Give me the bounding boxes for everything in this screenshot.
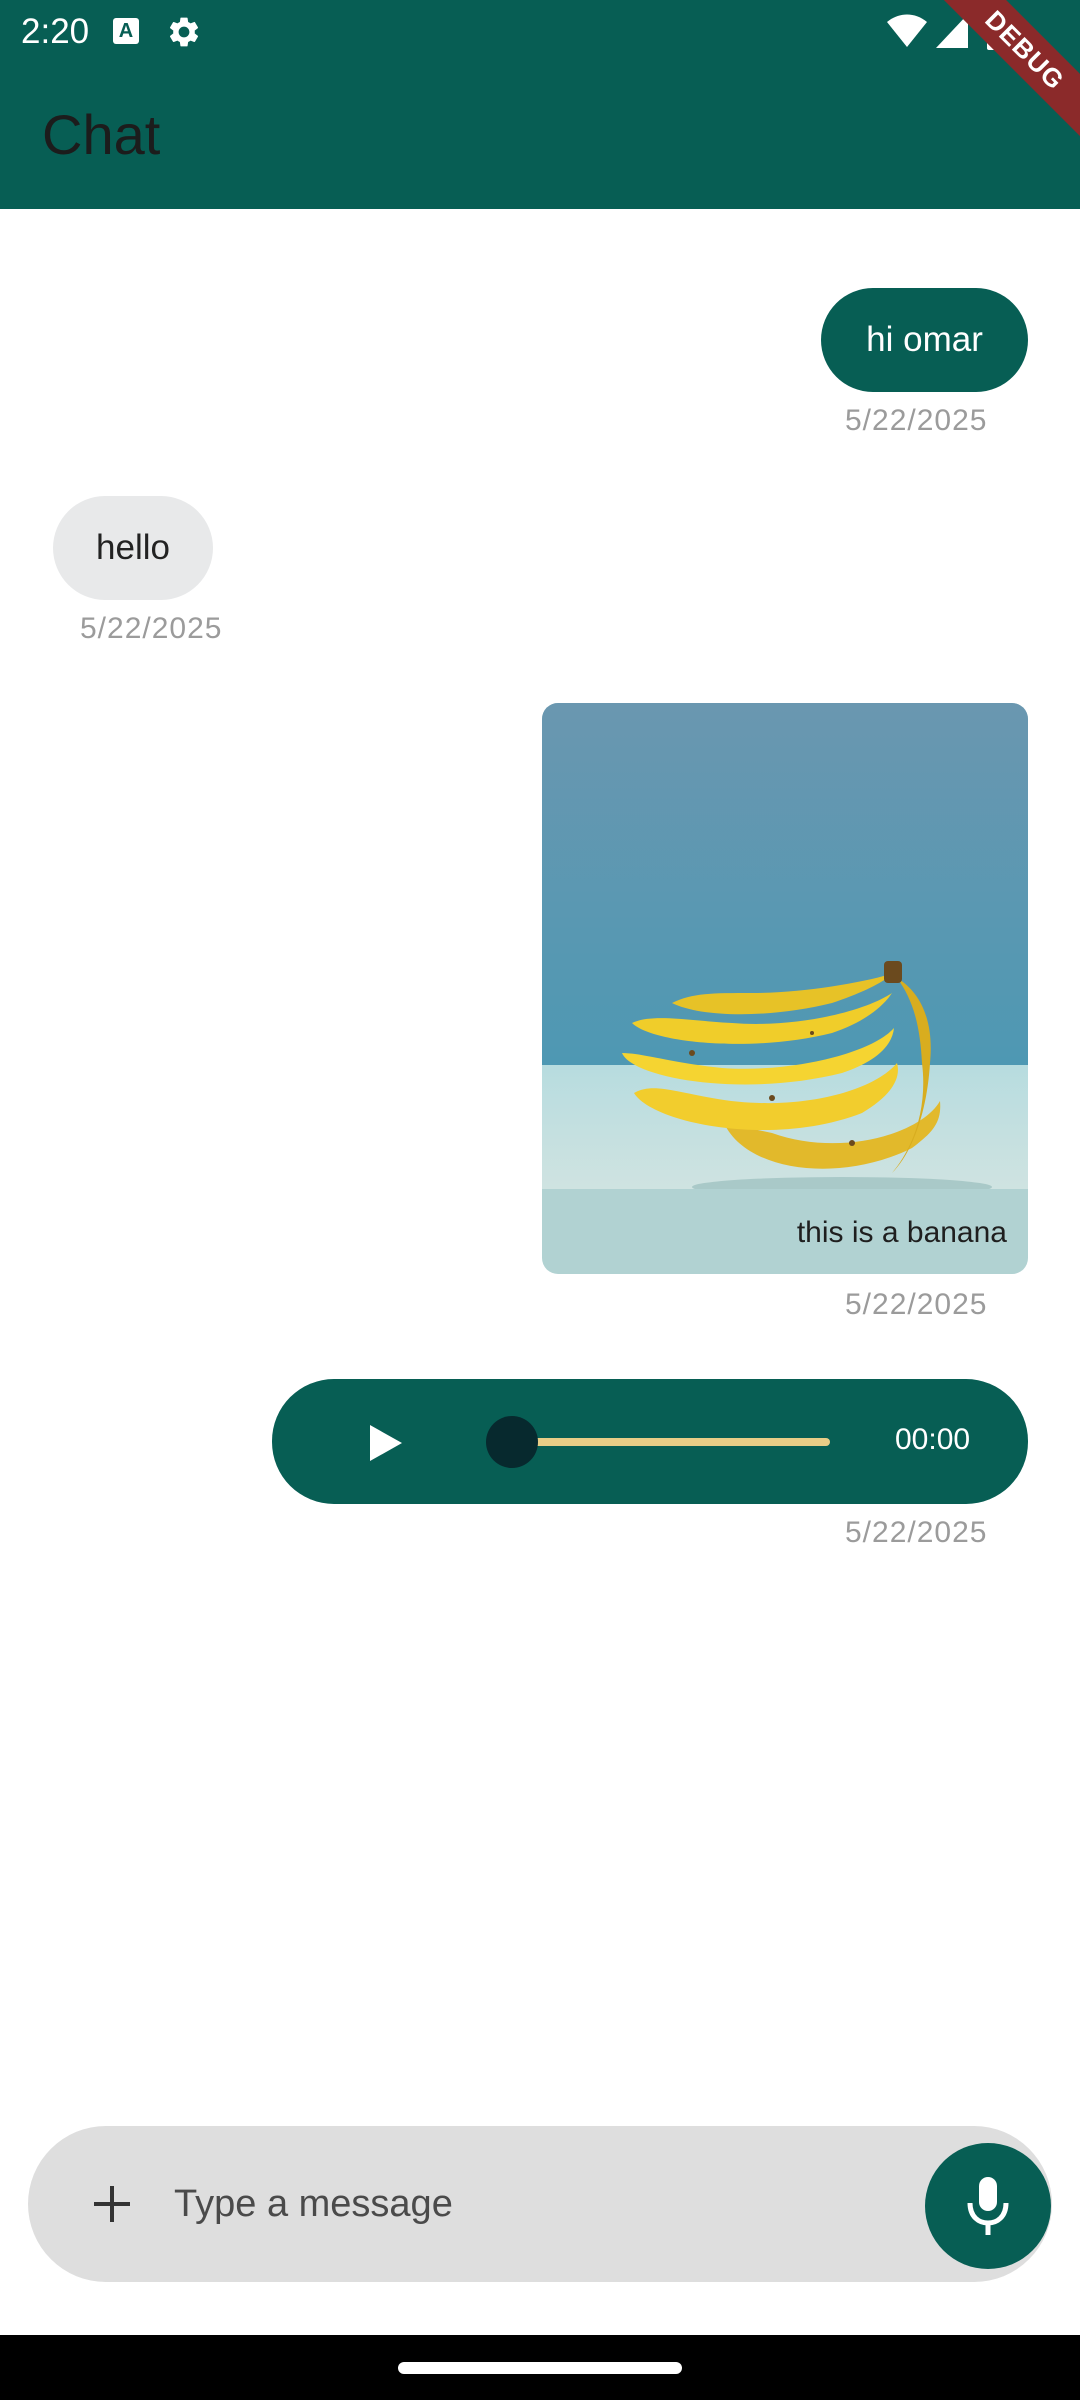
message-timestamp: 5/22/2025	[845, 1288, 988, 1321]
chat-screen: 2:20 DEBUG Chat hi omar 5/22/2025 hello …	[0, 0, 1080, 2400]
mic-icon	[967, 2177, 1009, 2235]
message-composer	[28, 2126, 1052, 2282]
page-title: Chat	[42, 103, 161, 166]
status-bar: 2:20	[0, 0, 1080, 64]
wifi-icon	[887, 14, 927, 47]
message-text: hello	[96, 528, 170, 567]
image-message-bubble[interactable]: this is a banana	[542, 703, 1028, 1274]
outgoing-message-bubble[interactable]: hi omar	[821, 288, 1028, 392]
banana-image[interactable]	[542, 703, 1028, 1189]
mic-button[interactable]	[925, 2143, 1051, 2269]
plus-icon[interactable]	[90, 2182, 134, 2226]
audio-seek-bar[interactable]	[512, 1438, 830, 1446]
message-input[interactable]	[174, 2166, 914, 2242]
status-time: 2:20	[21, 12, 90, 51]
message-timestamp: 5/22/2025	[845, 404, 988, 437]
audio-seek-thumb[interactable]	[486, 1416, 538, 1468]
audio-message-bubble: 00:00	[272, 1379, 1028, 1504]
incoming-message-bubble[interactable]: hello	[53, 496, 213, 600]
home-gesture-handle[interactable]	[398, 2362, 682, 2374]
image-caption: this is a banana	[796, 1216, 1007, 1249]
app-bar: 2:20 DEBUG Chat	[0, 0, 1080, 209]
audio-duration: 00:00	[895, 1423, 971, 1456]
text-a-icon	[113, 18, 139, 44]
system-navigation-bar	[0, 2335, 1080, 2400]
message-timestamp: 5/22/2025	[80, 612, 223, 645]
message-timestamp: 5/22/2025	[845, 1516, 988, 1549]
message-text: hi omar	[866, 320, 983, 359]
play-icon[interactable]	[368, 1423, 404, 1463]
gear-icon	[169, 17, 199, 47]
